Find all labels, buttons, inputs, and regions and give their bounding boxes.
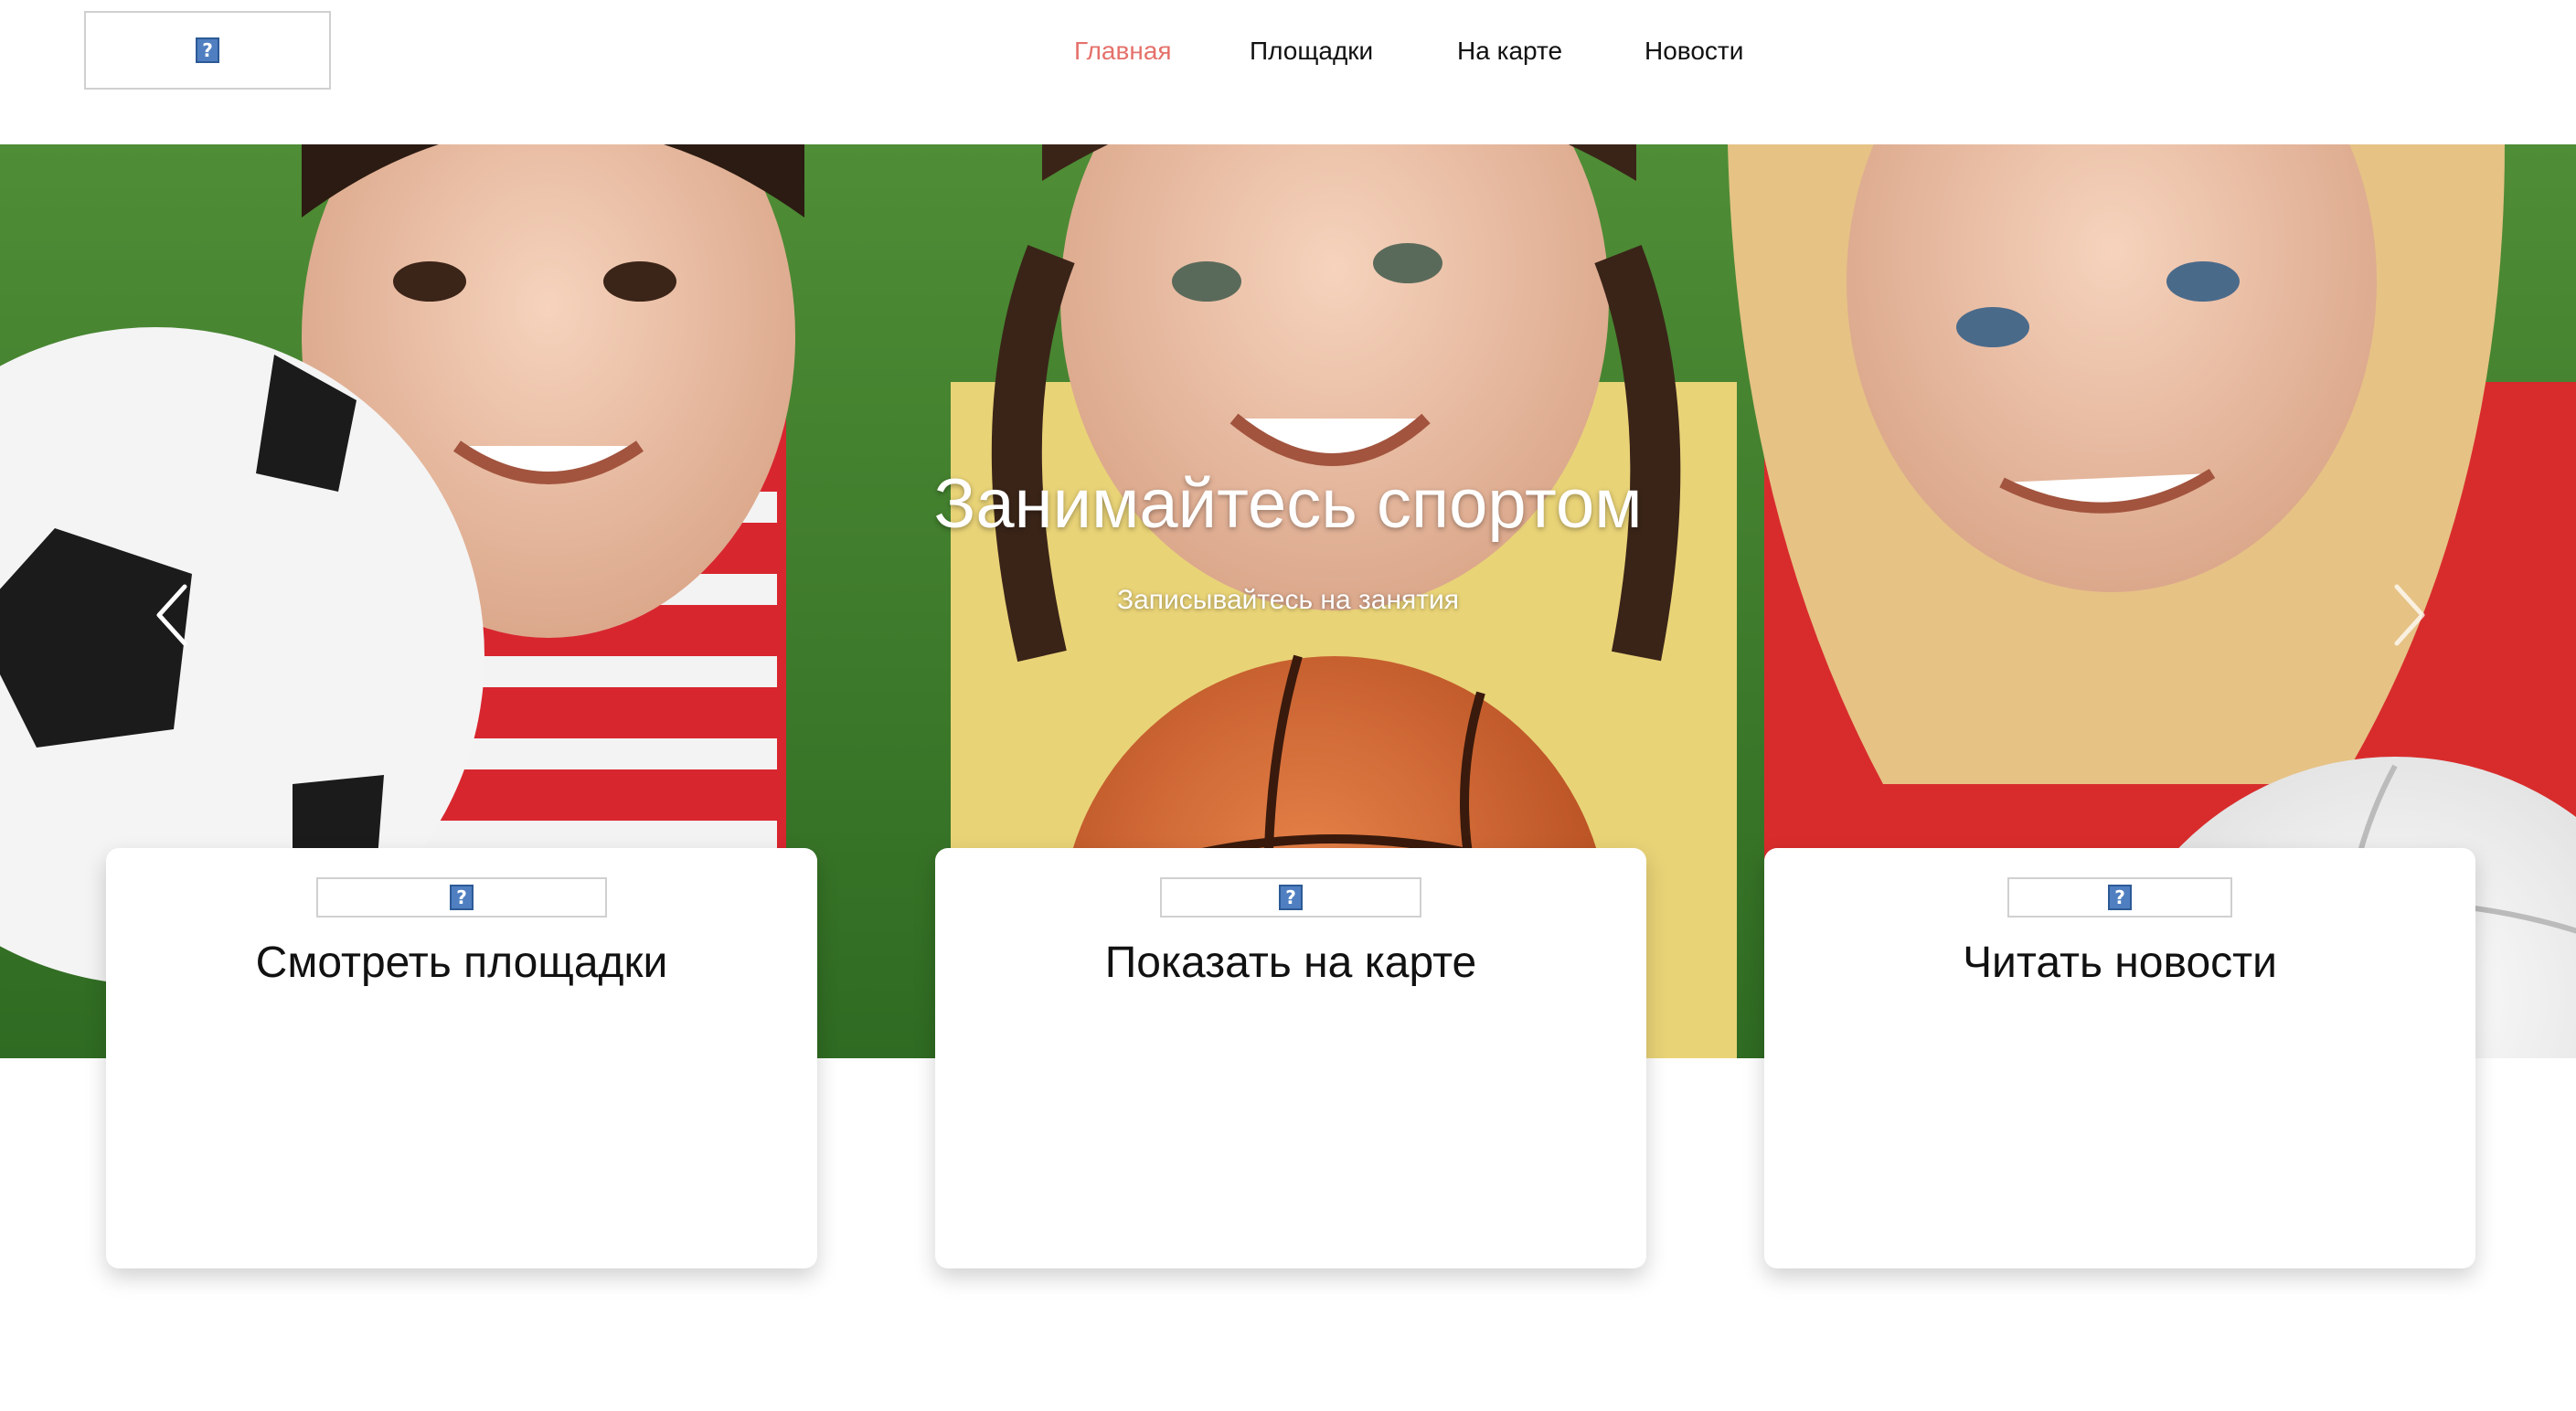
chevron-left-icon bbox=[156, 584, 187, 646]
nav-item-news[interactable]: Новости bbox=[1645, 33, 1743, 69]
hero-title: Занимайтесь спортом bbox=[933, 465, 1643, 543]
nav-item-home[interactable]: Главная bbox=[1074, 33, 1172, 69]
page: ? Главная Площадки На карте Новости Зани… bbox=[0, 0, 2576, 1411]
card-image: ? bbox=[316, 877, 607, 918]
broken-image-icon: ? bbox=[1279, 885, 1303, 910]
card-image: ? bbox=[2007, 877, 2232, 918]
hero-subtitle: Записывайтесь на занятия bbox=[1116, 585, 1460, 615]
carousel-next-button[interactable] bbox=[2382, 574, 2437, 656]
nav-item-map[interactable]: На карте bbox=[1457, 33, 1562, 69]
card-title: Смотреть площадки bbox=[255, 939, 668, 987]
card-image: ? bbox=[1160, 877, 1421, 918]
broken-image-icon: ? bbox=[2108, 885, 2132, 910]
chevron-right-icon bbox=[2394, 584, 2425, 646]
broken-image-icon: ? bbox=[450, 885, 474, 910]
main-nav: Главная Площадки На карте Новости bbox=[0, 33, 2576, 69]
carousel-prev-button[interactable] bbox=[144, 574, 199, 656]
card-news[interactable]: ? Читать новости bbox=[1764, 848, 2475, 1268]
card-map[interactable]: ? Показать на карте bbox=[935, 848, 1646, 1268]
card-venues[interactable]: ? Смотреть площадки bbox=[106, 848, 817, 1268]
card-title: Показать на карте bbox=[1104, 939, 1477, 987]
site-header: ? Главная Площадки На карте Новости bbox=[0, 0, 2576, 144]
nav-item-venues[interactable]: Площадки bbox=[1250, 33, 1373, 69]
card-title: Читать новости bbox=[1963, 939, 2277, 987]
